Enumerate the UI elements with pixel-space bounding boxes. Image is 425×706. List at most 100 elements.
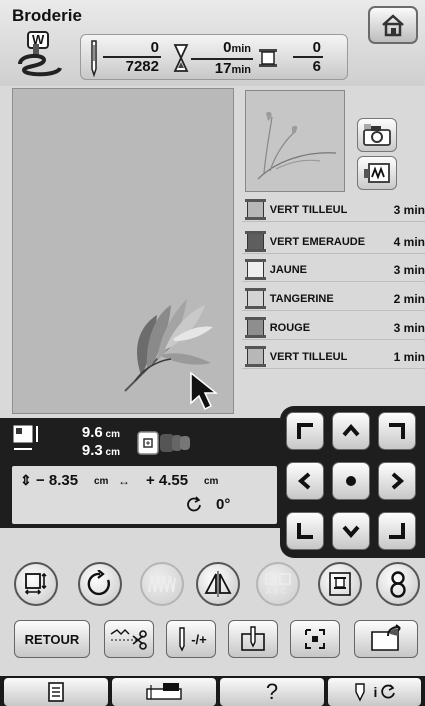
move-left-button[interactable]	[286, 462, 324, 500]
home-button[interactable]	[368, 6, 418, 44]
settings-button[interactable]	[4, 678, 108, 706]
thread-name: ROUGE	[269, 321, 311, 334]
figure-eight-icon	[390, 571, 406, 598]
thread-preview-icon	[364, 163, 390, 183]
colors-total: 6	[312, 58, 321, 75]
move-right-button[interactable]	[378, 462, 416, 500]
move-up-button[interactable]	[332, 412, 370, 450]
thread-preview-button[interactable]	[357, 156, 397, 190]
status-bar: 0 7282 0min 17min 0 6	[80, 34, 348, 80]
embroidery-canvas[interactable]	[12, 88, 234, 414]
thread-spool-icon	[245, 346, 266, 367]
thread-name: JAUNE	[269, 263, 308, 276]
thread-spool-icon	[245, 259, 266, 280]
thread-spool-icon	[245, 288, 266, 309]
move-down-right-button[interactable]	[378, 512, 416, 550]
corner-down-left-icon	[297, 523, 313, 539]
size-unit: cm	[105, 429, 120, 440]
foot-info-icon	[354, 683, 365, 702]
thread-name: VERT TILLEUL	[269, 350, 348, 363]
center-button[interactable]	[332, 462, 370, 500]
help-button[interactable]: ?	[220, 678, 324, 706]
thread-time: 2 min	[393, 291, 425, 306]
thread-time: 3 min	[393, 202, 425, 217]
house-icon	[382, 14, 404, 37]
sewing-machine-icon	[146, 683, 182, 700]
vertical-offset: − 8.35	[36, 472, 79, 489]
letter-spacing-icon: A B C	[265, 573, 291, 596]
move-down-left-button[interactable]	[286, 512, 324, 550]
size-width: 9.3	[81, 442, 103, 459]
center-dot-icon	[346, 476, 356, 486]
rotation-angle: 0°	[216, 496, 231, 513]
stitch-order-button[interactable]	[376, 562, 420, 606]
mirror-button[interactable]	[196, 562, 240, 606]
thread-row[interactable]: TANGERINE 2 min	[242, 287, 425, 311]
stitch-density-icon	[148, 575, 176, 593]
machine-guide-button[interactable]	[112, 678, 216, 706]
rotation-icon	[187, 496, 201, 512]
stitch-total: 7282	[125, 58, 159, 75]
move-up-left-button[interactable]	[286, 412, 324, 450]
thread-row[interactable]: VERT EMERAUDE 4 min	[242, 230, 425, 254]
needle-step-label: -/+	[191, 631, 207, 647]
corner-up-right-icon	[389, 423, 405, 439]
thread-time: 3 min	[393, 262, 425, 277]
design-size: 9.6 cm 9.3 cm	[72, 425, 120, 461]
chevron-right-icon	[391, 472, 405, 490]
single-color-button[interactable]	[318, 562, 362, 606]
document-list-icon	[48, 682, 64, 702]
needle-start-icon	[241, 626, 265, 651]
stitch-current: 0	[103, 39, 161, 58]
time-total: 17	[214, 60, 232, 77]
info-letter-icon: i	[373, 684, 378, 700]
refresh-icon	[381, 684, 396, 699]
start-point-button[interactable]	[228, 620, 278, 658]
character-spacing-button[interactable]: A B C	[256, 562, 300, 606]
thread-name: TANGERINE	[269, 292, 334, 305]
position-info: ⇕ − 8.35 cm ↔ + 4.55 cm 0°	[12, 466, 277, 524]
thread-time: 3 min	[393, 320, 425, 335]
presser-foot-letter: W	[32, 32, 45, 47]
corner-down-right-icon	[389, 523, 405, 539]
move-up-right-button[interactable]	[378, 412, 416, 450]
rotate-button[interactable]	[78, 562, 122, 606]
resize-button[interactable]	[14, 562, 58, 606]
color-changes: 0 6	[293, 39, 323, 76]
move-down-button[interactable]	[332, 512, 370, 550]
thread-time: 4 min	[393, 234, 425, 249]
chevron-up-icon	[342, 423, 360, 437]
mirror-icon	[204, 571, 232, 597]
design-preview	[245, 90, 345, 192]
back-button[interactable]: RETOUR	[14, 620, 90, 658]
density-button[interactable]	[140, 562, 184, 606]
size-unit: cm	[105, 447, 120, 458]
hoop-icon	[137, 431, 190, 455]
time-unit-total: min	[231, 64, 251, 76]
resize-icon	[24, 572, 47, 595]
stitch-forward-back-button[interactable]: -/+	[166, 620, 216, 658]
size-icon	[13, 425, 38, 450]
cursor-arrow-icon	[190, 371, 219, 411]
thread-name: VERT TILLEUL	[269, 203, 348, 216]
horizontal-offset: + 4.55	[146, 472, 189, 489]
thread-row[interactable]: ROUGE 3 min	[242, 316, 425, 340]
info-button[interactable]: i	[328, 678, 421, 706]
thread-spool-icon	[245, 199, 266, 220]
camera-button[interactable]	[357, 118, 397, 152]
thread-row[interactable]: VERT TILLEUL 1 min	[242, 345, 425, 369]
thread-row[interactable]: VERT TILLEUL 3 min	[242, 198, 425, 222]
pocket-save-icon	[371, 624, 401, 651]
horizontal-arrow-icon: ↔	[118, 474, 130, 488]
thread-row[interactable]: JAUNE 3 min	[242, 258, 425, 282]
vertical-arrow-icon: ⇕	[20, 472, 32, 488]
spool-frame-icon	[329, 572, 351, 596]
thread-spool-icon	[259, 49, 277, 67]
memory-button[interactable]	[354, 620, 418, 658]
thread-cut-button[interactable]	[104, 620, 154, 658]
thread-spool-icon	[245, 231, 266, 252]
trial-button[interactable]	[290, 620, 340, 658]
svg-text:A B C: A B C	[266, 587, 287, 596]
needle-icon	[179, 627, 185, 652]
frame-size-indicator	[136, 430, 194, 456]
